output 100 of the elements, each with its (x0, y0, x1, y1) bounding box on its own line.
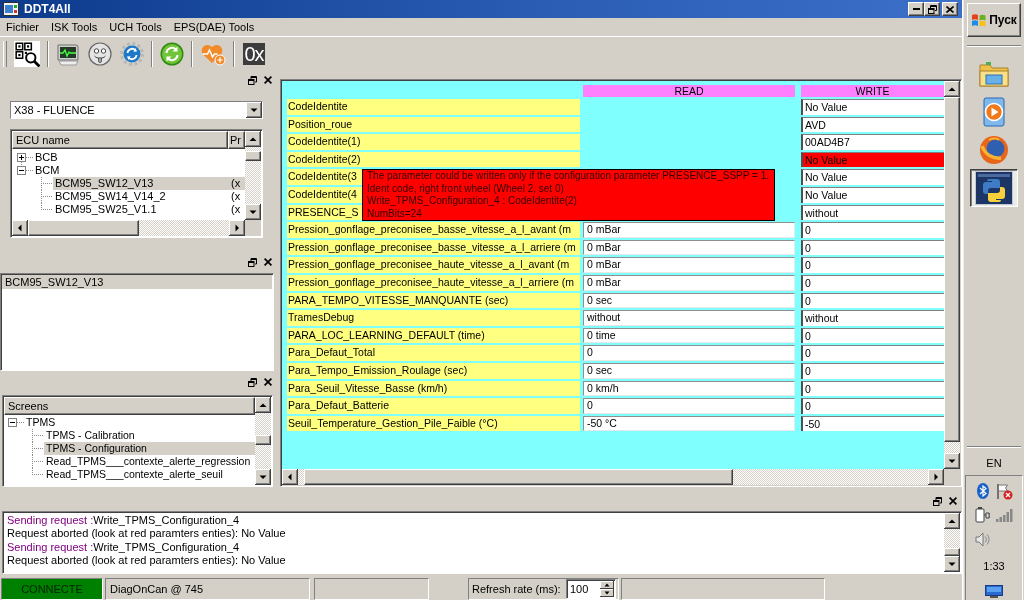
tree-item[interactable]: TPMS (24, 416, 255, 429)
list-item[interactable]: BCM95_SW12_V13 (2, 275, 272, 289)
column-header[interactable]: Pr (228, 131, 245, 149)
vertical-scrollbar[interactable] (255, 397, 271, 485)
tree-item[interactable]: BCB (33, 151, 230, 164)
write-value-field[interactable]: without (801, 204, 944, 221)
column-header: WRITE (801, 85, 944, 97)
flag-logo-icon (971, 13, 988, 27)
restore-button[interactable] (924, 2, 940, 16)
read-value-field: -50 °C (583, 415, 795, 432)
write-value-field[interactable]: No Value (801, 151, 944, 168)
gear-sync-icon[interactable] (120, 42, 144, 66)
tree-item[interactable]: Read_TPMS___contexte_alerte_seuil (44, 468, 255, 481)
write-value-field[interactable]: 0 (801, 398, 944, 414)
close-icon[interactable] (264, 258, 272, 266)
write-value-field[interactable]: 0 (801, 274, 944, 291)
horizontal-scrollbar[interactable] (282, 469, 944, 485)
menu-item[interactable]: UCH Tools (103, 19, 168, 35)
start-button[interactable]: Пуск (967, 3, 1021, 37)
up-arrow-icon[interactable] (245, 131, 261, 147)
refresh-icon[interactable] (160, 42, 184, 66)
tree-item[interactable]: TPMS - Configuration (44, 442, 255, 455)
menu-item[interactable]: ISK Tools (45, 19, 104, 35)
close-button[interactable] (942, 2, 958, 16)
menu-item[interactable]: EPS(DAE) Tools (167, 19, 261, 35)
hex-button[interactable]: 0x (243, 43, 265, 65)
plus-box-icon[interactable] (17, 153, 26, 162)
cartoon-face-icon[interactable] (88, 42, 112, 66)
down-arrow-icon[interactable] (944, 556, 960, 572)
scrollbar-thumb[interactable] (255, 435, 271, 445)
write-value-field[interactable]: 0 (801, 345, 944, 361)
write-value-field[interactable]: No Value (801, 169, 944, 185)
write-value-field[interactable]: 0 (801, 380, 944, 397)
left-arrow-icon[interactable] (12, 220, 28, 236)
write-value-field[interactable]: 0 (801, 292, 944, 309)
bluetooth-icon[interactable] (976, 483, 989, 499)
read-value-field: 0 sec (583, 292, 795, 309)
write-value-field[interactable]: 0 (801, 239, 944, 256)
globe-icon (979, 135, 1009, 165)
write-value-field[interactable]: No Value (801, 186, 944, 203)
up-arrow-icon[interactable] (255, 397, 271, 413)
tree-item[interactable]: Read_TPMS___contexte_alerte_regression (44, 455, 255, 468)
tree-item[interactable]: TPMS - Calibration (44, 429, 255, 442)
write-value-field[interactable]: 00AD4B7 (801, 134, 944, 150)
down-arrow-icon[interactable] (944, 453, 960, 469)
scrollbar-thumb[interactable] (304, 469, 734, 485)
write-value-field[interactable]: without (801, 310, 944, 326)
write-value-field[interactable]: No Value (801, 99, 944, 115)
write-value-field[interactable]: 0 (801, 257, 944, 273)
horizontal-scrollbar[interactable] (12, 220, 245, 236)
power-plug-icon[interactable] (975, 507, 990, 523)
restore-icon[interactable] (248, 75, 257, 85)
close-icon[interactable] (264, 76, 272, 84)
tree-item[interactable]: BCM95_SW12_V13 (53, 177, 230, 190)
close-icon[interactable] (264, 378, 272, 386)
spin-up-icon[interactable] (600, 580, 614, 589)
qr-search-icon[interactable] (14, 41, 40, 67)
clock[interactable]: 1:33 (983, 559, 1005, 573)
write-value-field[interactable]: 0 (801, 222, 944, 238)
write-value-field[interactable]: AVD (801, 116, 944, 133)
down-arrow-icon[interactable] (246, 102, 262, 118)
monitor-waveform-icon[interactable] (56, 42, 80, 66)
vertical-scrollbar[interactable] (245, 131, 261, 220)
minus-box-icon[interactable] (8, 418, 17, 427)
tree-item[interactable]: BCM95_SW25_V1.1 (53, 203, 230, 216)
vehicle-combo-box[interactable]: X38 - FLUENCE (10, 101, 263, 119)
parameter-label: Para_Defaut_Batterie (287, 398, 580, 414)
right-arrow-icon[interactable] (928, 469, 944, 485)
right-arrow-icon[interactable] (229, 220, 245, 236)
write-value-field[interactable]: 0 (801, 327, 944, 344)
scrollbar-thumb[interactable] (944, 548, 960, 556)
minimize-icon (912, 8, 920, 10)
restore-icon[interactable] (248, 257, 257, 267)
minimize-button[interactable] (908, 2, 924, 16)
vertical-scrollbar[interactable] (944, 513, 960, 572)
scrollbar-thumb[interactable] (28, 220, 140, 236)
up-arrow-icon[interactable] (944, 81, 960, 97)
restore-icon[interactable] (933, 496, 942, 506)
tree-item[interactable]: BCM95_SW14_V14_2 (53, 190, 230, 203)
tree-item[interactable]: BCM (33, 164, 230, 177)
scrollbar-thumb[interactable] (245, 151, 261, 162)
column-header[interactable]: Screens (4, 397, 255, 415)
flag-error-icon[interactable] (996, 482, 1013, 500)
taskbar-button[interactable] (970, 169, 1018, 207)
write-value-field[interactable]: 0 (801, 362, 944, 379)
close-icon[interactable] (949, 497, 957, 505)
spin-down-icon[interactable] (600, 588, 614, 597)
language-indicator[interactable]: EN (984, 455, 1004, 471)
down-arrow-icon[interactable] (255, 469, 271, 485)
desktop-icon[interactable] (985, 585, 1003, 598)
column-header[interactable]: ECU name (12, 131, 228, 149)
down-arrow-icon[interactable] (245, 204, 261, 220)
restore-icon[interactable] (248, 377, 257, 387)
minus-box-icon[interactable] (17, 166, 26, 175)
write-value-field[interactable]: -50 (801, 415, 944, 432)
up-arrow-icon[interactable] (944, 513, 960, 529)
left-arrow-icon[interactable] (282, 469, 298, 485)
refresh-rate-spinbox[interactable]: 100 (566, 578, 616, 599)
menu-item[interactable]: Fichier (0, 19, 45, 35)
speaker-icon[interactable] (975, 531, 990, 547)
